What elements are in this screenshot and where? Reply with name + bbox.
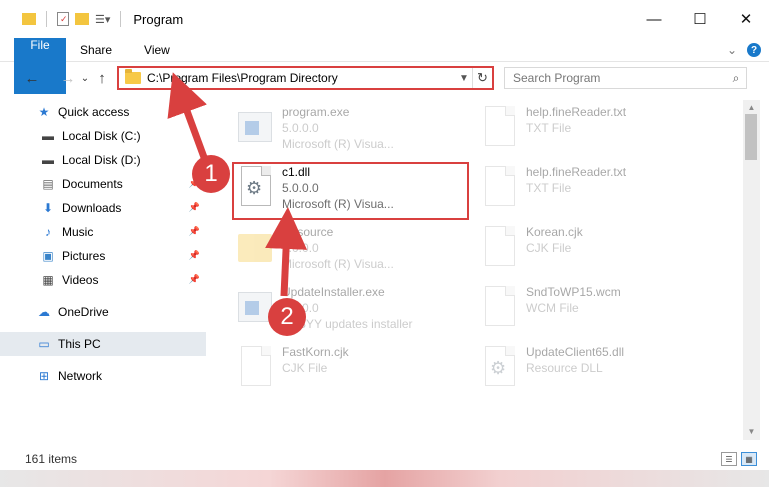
step-1-badge: 1 xyxy=(192,155,230,193)
arrow-1 xyxy=(167,72,209,162)
arrow-2 xyxy=(265,207,308,297)
annotation-arrows xyxy=(167,72,308,297)
step-2-badge: 2 xyxy=(268,298,306,336)
